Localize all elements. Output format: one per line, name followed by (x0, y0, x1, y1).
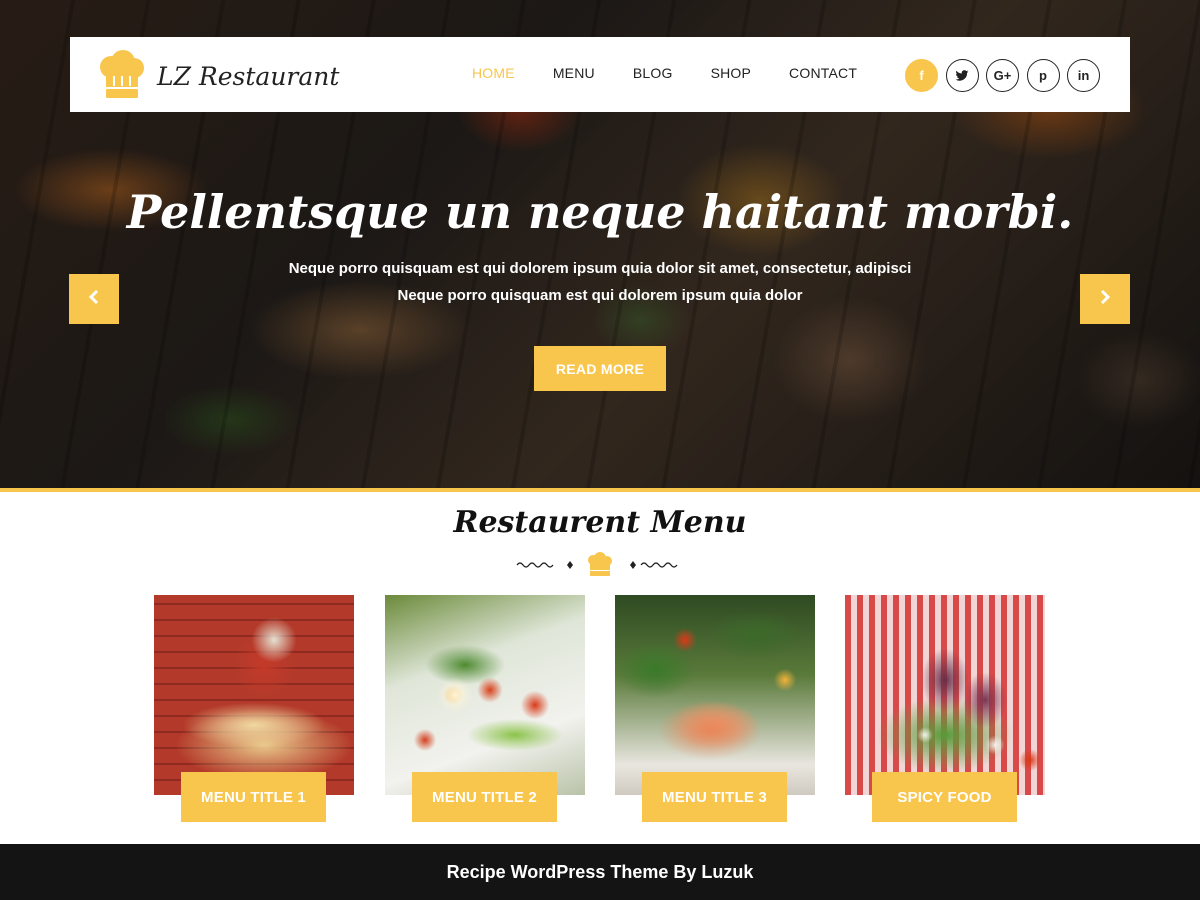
twitter-icon[interactable] (945, 59, 979, 92)
menu-item-title[interactable]: MENU TITLE 1 (181, 772, 326, 822)
site-title: LZ Restaurant (157, 62, 340, 91)
slider-prev-button[interactable] (69, 274, 119, 324)
menu-card-2[interactable]: MENU TITLE 2 (385, 595, 585, 822)
slider-next-button[interactable] (1080, 274, 1130, 324)
hero-title: Pellentsque un neque haitant morbi. (126, 185, 1074, 239)
footer-credit-text[interactable]: Recipe WordPress Theme By Luzuk (447, 862, 754, 883)
menu-item-title[interactable]: SPICY FOOD (872, 772, 1017, 822)
read-more-button[interactable]: READ MORE (534, 346, 666, 391)
chef-hat-icon (97, 49, 147, 104)
menu-item-image (845, 595, 1045, 795)
menu-card-3[interactable]: MENU TITLE 3 (615, 595, 815, 822)
menu-item-image (615, 595, 815, 795)
hero-subtitle-line2: Neque porro quisquam est qui dolorem ips… (397, 287, 803, 304)
menu-item-image (154, 595, 354, 795)
section-divider (515, 552, 685, 578)
menu-section-title: Restaurent Menu (453, 505, 747, 540)
nav-item-home[interactable]: HOME (472, 65, 515, 81)
nav-item-menu[interactable]: MENU (553, 65, 595, 81)
site-footer: Recipe WordPress Theme By Luzuk (0, 844, 1200, 900)
site-header: LZ Restaurant HOME MENU BLOG SHOP CONTAC… (70, 37, 1130, 112)
main-nav: HOME MENU BLOG SHOP CONTACT (472, 65, 895, 81)
menu-card-4[interactable]: SPICY FOOD (845, 595, 1045, 822)
pinterest-icon[interactable]: p (1026, 59, 1060, 92)
chef-hat-icon (588, 552, 612, 576)
nav-item-shop[interactable]: SHOP (711, 65, 751, 81)
chevron-right-icon (1099, 289, 1111, 310)
nav-item-contact[interactable]: CONTACT (789, 65, 857, 81)
google-plus-icon[interactable]: G+ (986, 59, 1019, 92)
nav-item-blog[interactable]: BLOG (633, 65, 673, 81)
menu-item-image (385, 595, 585, 795)
menu-item-title[interactable]: MENU TITLE 2 (412, 772, 557, 822)
hero-subtitle-line1: Neque porro quisquam est qui dolorem ips… (288, 260, 912, 277)
menu-card-1[interactable]: MENU TITLE 1 (154, 595, 354, 822)
social-links: f G+ p in (905, 59, 1108, 92)
site-logo[interactable]: LZ Restaurant (97, 49, 339, 104)
linkedin-icon[interactable]: in (1067, 59, 1100, 92)
facebook-icon[interactable]: f (905, 59, 938, 92)
hero-bottom-border (0, 488, 1200, 492)
menu-item-title[interactable]: MENU TITLE 3 (642, 772, 787, 822)
chevron-left-icon (88, 289, 100, 310)
